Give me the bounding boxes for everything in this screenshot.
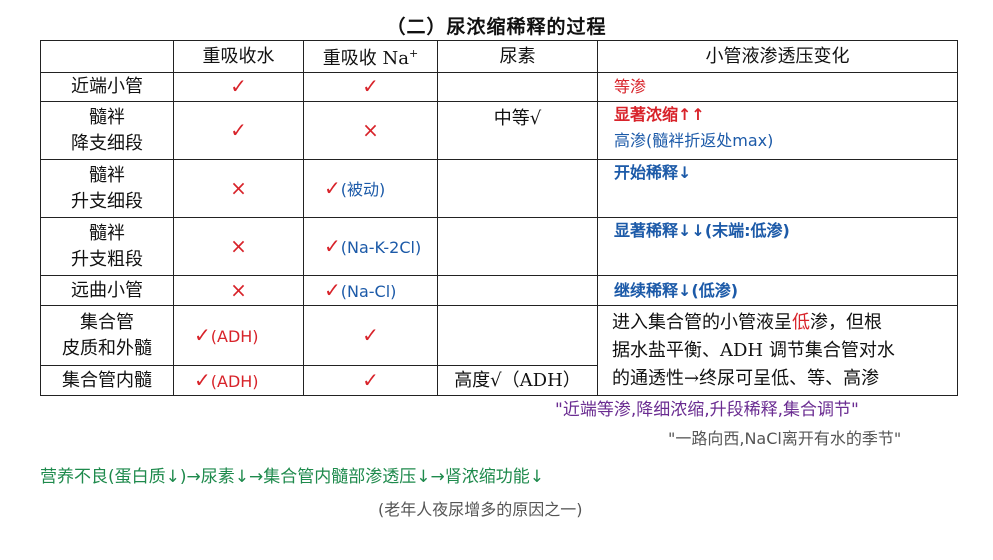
mark-cell: × xyxy=(173,275,304,306)
note-text: 进入集合管的小管液呈 xyxy=(612,311,792,333)
segment-name: 近端小管 xyxy=(71,76,143,97)
change-cell: 开始稀释↓ xyxy=(597,159,958,218)
cross-mark: × xyxy=(230,175,247,200)
mark-cell: × xyxy=(173,217,304,276)
segment-cell: 近端小管 xyxy=(40,72,174,102)
note-highlight: 低 xyxy=(792,311,810,333)
mnemonic-line: "近端等渗,降细浓缩,升段稀释,集合调节" xyxy=(555,400,859,420)
segment-name: 集合管 xyxy=(80,311,134,333)
mark-cell: ✓ xyxy=(173,72,304,102)
collecting-note-cell: 进入集合管的小管液呈低渗，但根 据水盐平衡、ADH 调节集合管对水 的通透性→终尿可… xyxy=(597,305,958,396)
urea-cell xyxy=(437,217,598,276)
segment-cell: 髓袢 降支细段 xyxy=(40,101,174,160)
urea-cell xyxy=(437,72,598,102)
cross-mark: × xyxy=(230,277,247,302)
superscript: + xyxy=(408,47,419,60)
change-cell: 继续稀释↓(低渗) xyxy=(597,275,958,306)
cross-mark: × xyxy=(230,233,247,258)
change-text: 开始稀释↓ xyxy=(614,163,692,182)
header-label: 重吸收水 xyxy=(202,45,275,67)
header-cell: 重吸收 Na+ xyxy=(303,40,438,73)
mark-note: (ADH) xyxy=(210,326,259,346)
table-row: 近端小管 ✓ ✓ 等渗 xyxy=(40,72,958,102)
segment-name: 髓袢 xyxy=(89,164,125,186)
check-mark: ✓ xyxy=(324,277,341,302)
segment-cell: 髓袢 升支细段 xyxy=(40,159,174,218)
segment-cell: 集合管内髓 xyxy=(40,365,174,396)
mark-cell: ✓(Na-K-2Cl) xyxy=(303,217,438,276)
header-cell: 小管液渗透压变化 xyxy=(597,40,958,73)
table-row: 髓袢升支细段 × ✓(被动) 开始稀释↓ xyxy=(40,159,958,218)
table-row: 集合管 皮质和外髓 ✓(ADH) ✓ 进入集合管的小管液呈低渗，但根 据水盐平衡、ADH … xyxy=(40,305,958,396)
cross-mark: × xyxy=(362,117,379,142)
mark-cell: ✓(ADH) xyxy=(173,305,304,366)
check-mark: ✓ xyxy=(324,233,341,258)
collecting-note-line: 据水盐平衡、ADH 调节集合管对水 xyxy=(612,339,895,361)
change-cell: 显著稀释↓↓(末端:低渗) xyxy=(597,217,958,276)
check-mark: ✓ xyxy=(362,367,379,392)
mark-cell: × xyxy=(173,159,304,218)
check-mark: ✓ xyxy=(194,367,211,392)
change-text: 显著浓缩↑↑ xyxy=(614,105,705,124)
check-mark: ✓ xyxy=(362,322,379,347)
mark-cell: ✓ xyxy=(173,101,304,160)
check-mark: ✓ xyxy=(194,322,211,347)
mark-cell: ✓(ADH) xyxy=(173,365,304,396)
table-row: 远曲小管 × ✓(Na-Cl) 继续稀释↓(低渗) xyxy=(40,275,958,306)
segment-name: 皮质和外髓 xyxy=(62,337,152,359)
mark-cell: ✓ xyxy=(303,365,438,396)
check-mark: ✓ xyxy=(362,74,379,98)
segment-name: 髓袢 xyxy=(89,106,125,128)
page-title: （二）尿浓缩稀释的过程 xyxy=(386,16,607,38)
process-table: 重吸收水 重吸收 Na+ 尿素 小管液渗透压变化 近端小管 ✓ ✓ 等渗 髓袢 降支细段 ✓ × 中等√… xyxy=(40,40,958,396)
collecting-note-line: 的通透性→终尿可呈低、等、高渗 xyxy=(612,367,880,389)
change-text: 显著稀释↓↓(末端:低渗) xyxy=(614,221,790,240)
urea-cell: 中等√ xyxy=(437,101,598,160)
urea-cell xyxy=(437,159,598,218)
segment-cell: 远曲小管 xyxy=(40,275,174,306)
change-text: 等渗 xyxy=(614,77,647,96)
segment-name: 远曲小管 xyxy=(71,279,143,301)
segment-name: 集合管内髓 xyxy=(62,369,152,391)
footer-subnote: (老年人夜尿增多的原因之一) xyxy=(378,500,583,519)
segment-name: 升支细段 xyxy=(71,190,143,212)
mark-cell: ✓ xyxy=(303,305,438,366)
change-cell: 等渗 xyxy=(597,72,958,102)
check-mark: ✓ xyxy=(230,117,247,142)
table-row: 髓袢降支细段 ✓ × 中等√ 显著浓缩↑↑ 高渗(髓袢折返处max) xyxy=(40,101,958,160)
mark-cell: ✓(被动) xyxy=(303,159,438,218)
collecting-note-line: 进入集合管的小管液呈低渗，但根 xyxy=(612,309,957,337)
note-text: 渗，但根 xyxy=(810,311,882,333)
urea-cell: 高度√（ADH） xyxy=(437,365,598,396)
header-cell: 重吸收水 xyxy=(173,40,304,73)
mark-note: (Na-K-2Cl) xyxy=(340,237,422,257)
mnemonic-line-2: "一路向西,NaCl离开有水的季节" xyxy=(668,429,902,448)
mark-note: (被动) xyxy=(340,179,386,199)
footer-note: 营养不良(蛋白质↓)→尿素↓→集合管内髓部渗透压↓→肾浓缩功能↓ xyxy=(40,467,544,487)
change-text: 继续稀释↓(低渗) xyxy=(614,280,739,300)
header-label: 小管液渗透压变化 xyxy=(705,45,850,67)
table-row: 髓袢升支粗段 × ✓(Na-K-2Cl) 显著稀释↓↓(末端:低渗) xyxy=(40,217,958,276)
segment-name: 髓袢 xyxy=(89,222,125,244)
segment-cell: 髓袢 升支粗段 xyxy=(40,217,174,276)
mark-cell: ✓ xyxy=(303,72,438,102)
segment-cell: 集合管 皮质和外髓 xyxy=(40,305,174,366)
urea-cell xyxy=(437,275,598,306)
header-cell xyxy=(40,40,174,73)
mark-cell: ✓(Na-Cl) xyxy=(303,275,438,306)
check-mark: ✓ xyxy=(324,175,341,200)
change-cell: 显著浓缩↑↑ 高渗(髓袢折返处max) xyxy=(597,101,958,160)
header-label: 重吸收 Na xyxy=(322,48,409,69)
header-cell: 尿素 xyxy=(437,40,598,73)
mark-cell: × xyxy=(303,101,438,160)
mark-note: (ADH) xyxy=(210,371,259,391)
header-label: 尿素 xyxy=(499,45,536,67)
header-row: 重吸收水 重吸收 Na+ 尿素 小管液渗透压变化 xyxy=(40,40,958,73)
check-mark: ✓ xyxy=(230,74,247,98)
segment-name: 升支粗段 xyxy=(71,248,143,270)
mark-note: (Na-Cl) xyxy=(340,281,397,301)
segment-name: 降支细段 xyxy=(71,132,143,154)
urea-cell xyxy=(437,305,598,366)
change-text: 高渗(髓袢折返处max) xyxy=(614,131,774,150)
